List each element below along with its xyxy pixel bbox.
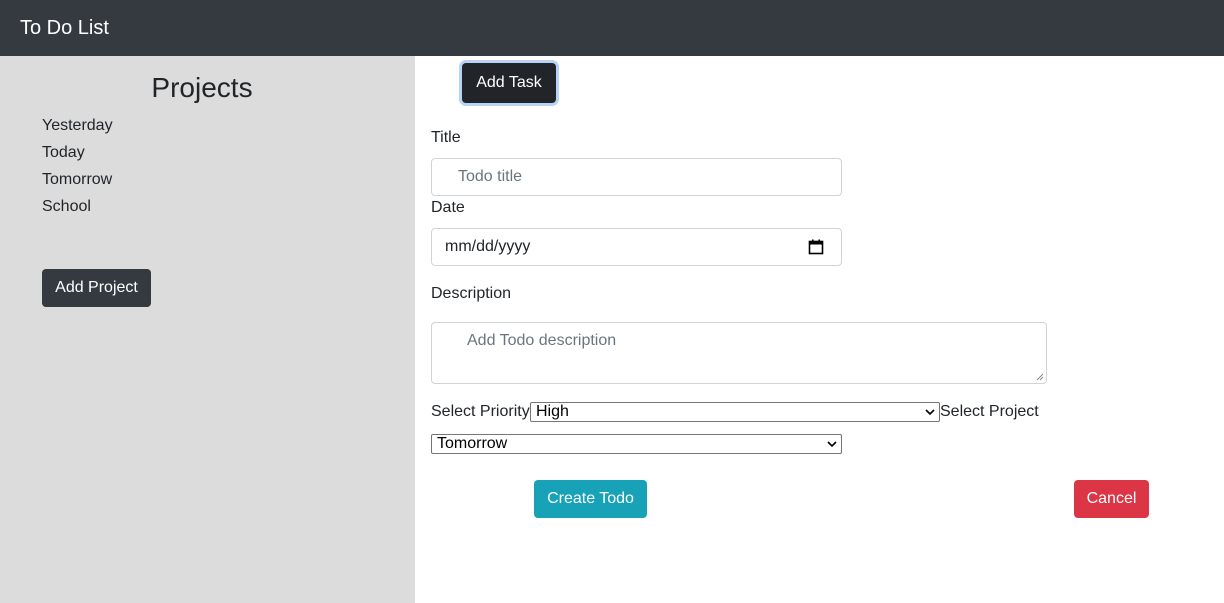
app-title[interactable]: To Do List [20, 16, 109, 40]
todo-date-value: mm/dd/yyyy [445, 238, 531, 255]
todo-description-placeholder: Add Todo description [467, 332, 617, 349]
add-project-button[interactable]: Add Project [42, 269, 151, 307]
todo-title-placeholder: Todo title [458, 168, 523, 185]
project-item-school[interactable]: School [42, 193, 113, 220]
cancel-button[interactable]: Cancel [1074, 480, 1149, 518]
main-content: Add Task Title Todo title Date mm/dd/yyy… [415, 56, 1224, 603]
chevron-down-icon [827, 441, 837, 448]
sidebar: Projects Yesterday Today Tomorrow School… [0, 56, 415, 603]
project-select[interactable]: Tomorrow [431, 434, 842, 454]
navbar: To Do List [0, 0, 1224, 56]
date-label: Date [431, 199, 465, 216]
project-selected-value: Tomorrow [437, 435, 508, 452]
project-item-yesterday[interactable]: Yesterday [42, 112, 113, 139]
project-select-label: Select Project [940, 403, 1039, 420]
create-todo-button[interactable]: Create Todo [534, 480, 647, 518]
todo-description-textarea[interactable]: Add Todo description [431, 322, 1047, 384]
title-label: Title [431, 129, 461, 146]
priority-select[interactable]: High [530, 402, 940, 422]
priority-label: Select Priority [431, 403, 530, 420]
calendar-icon[interactable] [808, 239, 824, 255]
description-label: Description [431, 285, 512, 302]
add-task-button[interactable]: Add Task [462, 63, 556, 103]
chevron-down-icon [925, 409, 935, 416]
project-list: Yesterday Today Tomorrow School [42, 112, 113, 220]
project-item-today[interactable]: Today [42, 139, 113, 166]
project-item-tomorrow[interactable]: Tomorrow [42, 166, 113, 193]
priority-selected-value: High [536, 403, 569, 420]
todo-date-input[interactable]: mm/dd/yyyy [431, 228, 842, 266]
resize-handle-icon[interactable] [1036, 373, 1044, 381]
projects-heading: Projects [151, 72, 253, 103]
todo-title-input[interactable]: Todo title [431, 158, 842, 196]
